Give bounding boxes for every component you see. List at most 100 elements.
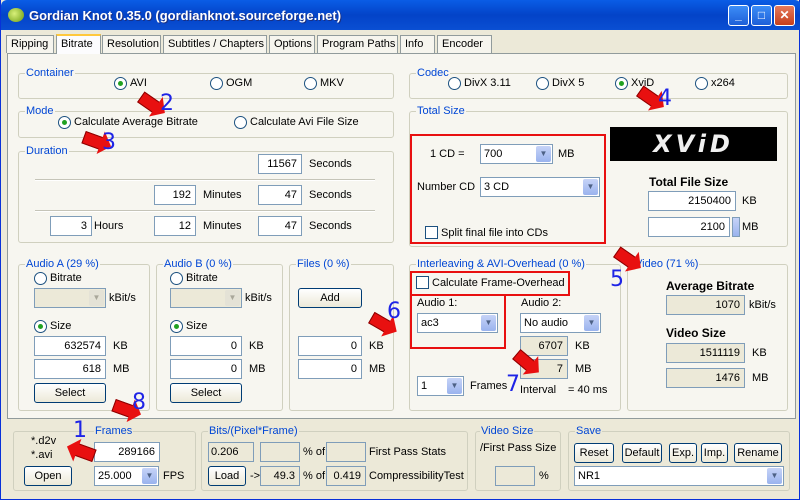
container-ogm-label: OGM [226, 77, 253, 89]
codec-divx5-radio[interactable] [536, 77, 549, 90]
audio-b-select-button[interactable]: Select [170, 383, 242, 403]
annotation-number-2: 2 [160, 91, 174, 116]
fps-combo[interactable]: 25.000 ▼ [94, 466, 159, 486]
audio-a-kb-field[interactable]: 632574 [34, 336, 106, 356]
mode-avg-bitrate-radio[interactable] [58, 116, 71, 129]
duration-divider-2 [35, 210, 375, 212]
tab-program-paths[interactable]: Program Paths [317, 35, 398, 53]
frames-combo[interactable]: 1 ▼ [417, 376, 464, 396]
audio2-label: Audio 2: [521, 297, 562, 309]
audio-b-bitrate-radio[interactable] [170, 272, 183, 285]
seconds-field[interactable]: 47 [258, 185, 302, 205]
container-avi-radio[interactable] [114, 77, 127, 90]
avg-bitrate-field: 1070 [666, 295, 745, 315]
annotation-number-7: 7 [506, 372, 520, 397]
minutes-field-2[interactable]: 12 [154, 216, 196, 236]
interval-value: = 40 ms [568, 384, 608, 396]
load-button[interactable]: Load [208, 466, 246, 486]
arrow-label: -> [250, 470, 261, 482]
tab-info[interactable]: Info [400, 35, 435, 53]
seconds-unit-label-2: Seconds [309, 189, 352, 201]
hours-field[interactable]: 3 [50, 216, 92, 236]
audio-a-bitrate-combo[interactable]: ▼ [34, 288, 106, 308]
video-size-label: Video Size [666, 326, 726, 340]
total-kb-field[interactable]: 2150400 [648, 191, 736, 211]
total-mb-field[interactable]: 2100 [648, 217, 730, 237]
audio-a-bitrate-label: Bitrate [50, 272, 82, 284]
overhead-mb-label: MB [575, 363, 592, 375]
audio-b-kbits-label: kBit/s [245, 292, 272, 304]
tab-encoder[interactable]: Encoder [437, 35, 492, 53]
avg-bitrate-label: Average Bitrate [666, 279, 755, 293]
files-add-button[interactable]: Add [298, 288, 362, 308]
mode-file-size-label: Calculate Avi File Size [250, 116, 359, 128]
audio-b-size-label: Size [186, 320, 208, 332]
tab-resolution[interactable]: Resolution [102, 35, 161, 53]
xvid-logo: XViD [610, 127, 777, 161]
minutes-unit-label: Minutes [203, 189, 242, 201]
tab-ripping[interactable]: Ripping [6, 35, 54, 53]
audio-a-size-label: Size [50, 320, 72, 332]
open-button[interactable]: Open [24, 466, 72, 486]
audio-b-kb-label: KB [249, 340, 264, 352]
audio-a-kb-label: KB [113, 340, 128, 352]
video-size-percent: % [539, 470, 549, 482]
first-pass-size-label: /First Pass Size [480, 442, 557, 454]
import-button[interactable]: Imp. [701, 443, 728, 463]
seconds-total-field[interactable]: 11567 [258, 154, 302, 174]
audio-b-kb-field[interactable]: 0 [170, 336, 242, 356]
frames-value: 1 [421, 380, 428, 392]
total-size-label: Total Size [416, 105, 466, 117]
audio-a-size-radio[interactable] [34, 320, 47, 333]
audio-b-mb-field[interactable]: 0 [170, 359, 242, 379]
minutes-unit-label-2: Minutes [203, 220, 242, 232]
overhead-kb-field: 6707 [520, 336, 568, 356]
export-button[interactable]: Exp. [669, 443, 697, 463]
audio-a-bitrate-radio[interactable] [34, 272, 47, 285]
codec-xvid-radio[interactable] [615, 77, 628, 90]
interleaving-label: Interleaving & AVI-Overhead (0 %) [416, 258, 586, 270]
audio-b-size-radio[interactable] [170, 320, 183, 333]
audio2-combo[interactable]: No audio ▼ [520, 313, 601, 333]
container-mkv-radio[interactable] [304, 77, 317, 90]
audio-b-bitrate-combo[interactable]: ▼ [170, 288, 242, 308]
tab-bitrate[interactable]: Bitrate [56, 34, 101, 54]
file-type-avi: *.avi [31, 449, 53, 461]
total-file-size-label: Total File Size [649, 175, 729, 189]
avg-bitrate-unit: kBit/s [749, 299, 776, 311]
tab-subtitles-chapters[interactable]: Subtitles / Chapters [163, 35, 267, 53]
mode-file-size-radio[interactable] [234, 116, 247, 129]
annotation-number-4: 4 [658, 86, 672, 111]
maximize-button[interactable]: □ [751, 5, 772, 26]
seconds-field-2[interactable]: 47 [258, 216, 302, 236]
codec-divx311-radio[interactable] [448, 77, 461, 90]
audio-a-select-button[interactable]: Select [34, 383, 106, 403]
audio2-value: No audio [524, 317, 569, 329]
minutes-field[interactable]: 192 [154, 185, 196, 205]
total-mb-spinner[interactable] [732, 217, 740, 237]
annotation-number-5: 5 [610, 267, 624, 292]
title-bar[interactable]: Gordian Knot 0.35.0 (gordianknot.sourcef… [1, 0, 800, 30]
total-mb-label: MB [742, 221, 759, 233]
files-mb-field[interactable]: 0 [298, 359, 362, 379]
audio-a-mb-field[interactable]: 618 [34, 359, 106, 379]
minimize-button[interactable]: _ [728, 5, 749, 26]
container-ogm-radio[interactable] [210, 77, 223, 90]
files-kb-field[interactable]: 0 [298, 336, 362, 356]
default-button[interactable]: Default [622, 443, 662, 463]
reset-button[interactable]: Reset [574, 443, 614, 463]
rename-button[interactable]: Rename [734, 443, 782, 463]
files-label: Files (0 %) [296, 258, 351, 270]
container-label: Container [25, 67, 75, 79]
audio1-highlight [410, 294, 506, 349]
codec-divx5-label: DivX 5 [552, 77, 585, 89]
preset-combo[interactable]: NR1 ▼ [574, 466, 784, 486]
tab-options[interactable]: Options [269, 35, 315, 53]
codec-x264-radio[interactable] [695, 77, 708, 90]
compressibility-label: CompressibilityTest [369, 470, 464, 482]
codec-divx311-label: DivX 3.11 [464, 77, 511, 89]
close-button[interactable]: ✕ [774, 5, 795, 26]
container-mkv-label: MKV [320, 77, 344, 89]
seconds-unit-label: Seconds [309, 158, 352, 170]
frames-count-field[interactable]: 289166 [94, 442, 160, 462]
